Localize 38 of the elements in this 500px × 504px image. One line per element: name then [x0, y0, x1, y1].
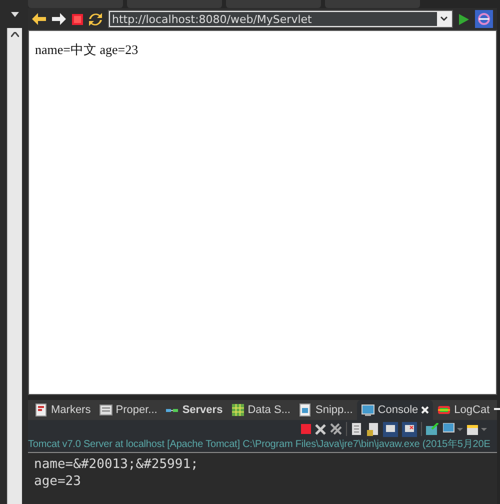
- console-line: age=23: [34, 473, 82, 490]
- console-icon: [360, 403, 375, 417]
- properties-icon: [98, 403, 113, 417]
- lock-document-icon[interactable]: [367, 422, 379, 436]
- dropdown-caret-icon[interactable]: [10, 12, 18, 16]
- forward-icon[interactable]: [52, 13, 66, 25]
- back-icon[interactable]: [32, 13, 46, 25]
- console-error-icon[interactable]: [402, 422, 417, 436]
- logcat-icon: [437, 403, 452, 417]
- new-console-icon[interactable]: [467, 423, 487, 435]
- scroll-up-icon[interactable]: [11, 32, 19, 37]
- vertical-scrollbar[interactable]: [7, 28, 22, 504]
- url-field[interactable]: http://localhost:8080/web/MyServlet: [108, 10, 453, 28]
- markers-icon: [34, 403, 48, 417]
- view-tab[interactable]: Console: [356, 400, 434, 420]
- remove-icon[interactable]: [315, 424, 326, 434]
- go-icon[interactable]: [459, 14, 469, 24]
- view-tab[interactable]: Snipp...: [294, 400, 357, 420]
- url-input: http://localhost:8080/web/MyServlet: [110, 12, 437, 26]
- view-tab[interactable]: Data S...: [226, 400, 294, 420]
- remove-all-icon[interactable]: [330, 423, 342, 435]
- snippets-icon: [298, 403, 312, 417]
- display-console-icon[interactable]: [443, 423, 463, 435]
- console-title: Tomcat v7.0 Server at localhost [Apache Tomcat] C:\Program Files\Java\jre7\bin\javaw.exe (2015年5月20E: [28, 438, 497, 453]
- view-tab[interactable]: Proper...: [94, 400, 162, 420]
- close-icon[interactable]: [421, 406, 430, 414]
- open-console-icon[interactable]: [426, 423, 439, 435]
- data-icon: [230, 403, 245, 417]
- stop-icon[interactable]: [72, 14, 83, 24]
- page-text: name=中文 age=23: [35, 42, 138, 57]
- refresh-icon[interactable]: [89, 12, 102, 26]
- browser-icon[interactable]: [475, 10, 493, 28]
- view-tab[interactable]: LogCat: [433, 400, 494, 420]
- document-icon[interactable]: [351, 422, 363, 436]
- view-tab[interactable]: Servers: [161, 400, 227, 420]
- console-line: name=&#20013;&#25991;: [34, 456, 200, 473]
- pin-console-icon[interactable]: [383, 422, 398, 436]
- view-tab[interactable]: Markers: [30, 400, 95, 420]
